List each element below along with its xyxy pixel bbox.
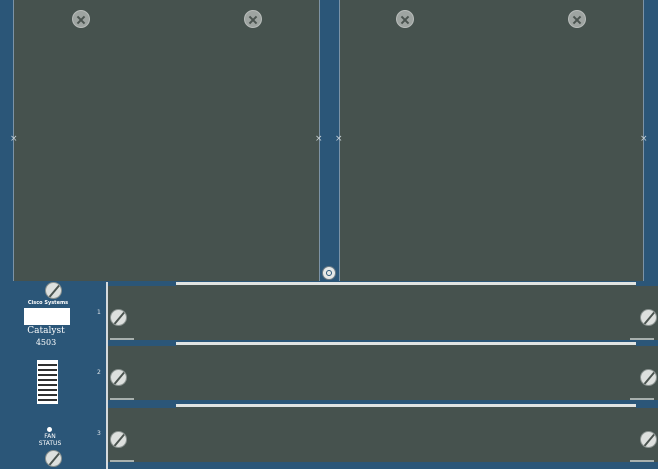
slot-number: 1 [97, 309, 101, 316]
slot-tab [636, 282, 658, 286]
thumbscrew-icon[interactable] [110, 309, 127, 326]
fan-tray-panel[interactable]: Cisco Systems Catalyst 4503 FAN STATUS [0, 282, 108, 469]
status-label: STATUS [38, 440, 62, 447]
ejector-lip [110, 338, 134, 340]
screw-icon [568, 10, 586, 28]
model-badge [24, 308, 70, 325]
thumbscrew-icon[interactable] [45, 282, 62, 299]
slot-tab [108, 282, 176, 286]
fan-label: FAN [44, 433, 56, 440]
ejector-lip [630, 460, 654, 462]
status-led-icon [47, 427, 52, 432]
ejector-lip [110, 460, 134, 462]
slot-number: 2 [97, 369, 101, 376]
screw-icon [396, 10, 414, 28]
latch-marker-icon: × [10, 134, 18, 144]
power-supply-1[interactable] [13, 0, 320, 281]
power-supply-2[interactable] [339, 0, 644, 281]
latch-marker-icon: × [335, 134, 343, 144]
ejector-lip [630, 338, 654, 340]
ejector-lip [110, 398, 134, 400]
brand-label: Cisco Systems [27, 300, 69, 306]
model-name: Catalyst [27, 326, 65, 336]
thumbscrew-icon[interactable] [110, 369, 127, 386]
slot-tab [636, 404, 658, 408]
thumbscrew-icon[interactable] [640, 309, 657, 326]
slot-tab [636, 342, 658, 346]
latch-marker-icon: × [315, 134, 323, 144]
screw-icon [72, 10, 90, 28]
latch-marker-icon: × [640, 134, 648, 144]
ejector-lip [630, 398, 654, 400]
thumbscrew-icon[interactable] [45, 450, 62, 467]
power-connector-icon[interactable] [322, 266, 336, 280]
slot-number: 3 [97, 430, 101, 437]
thumbscrew-icon[interactable] [640, 369, 657, 386]
thumbscrew-icon[interactable] [110, 431, 127, 448]
line-card-slot-2[interactable] [108, 342, 658, 400]
model-number: 4503 [35, 338, 57, 347]
screw-icon [244, 10, 262, 28]
thumbscrew-icon[interactable] [640, 431, 657, 448]
line-card-slot-3[interactable] [108, 404, 658, 462]
slot-tab [108, 404, 176, 408]
slot-tab [108, 342, 176, 346]
fan-vent-icon [37, 360, 58, 404]
line-card-slot-1[interactable] [108, 282, 658, 340]
